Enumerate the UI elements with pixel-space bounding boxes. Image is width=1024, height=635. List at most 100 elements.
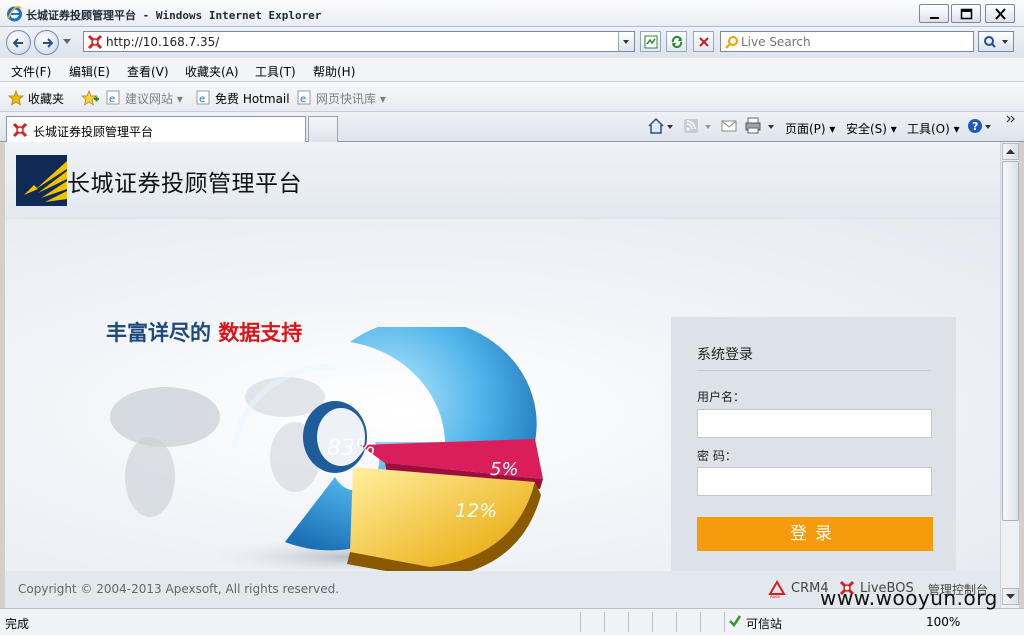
svg-text:Apex: Apex [770, 594, 781, 598]
svg-text:e: e [109, 94, 115, 105]
address-field[interactable]: http://10.168.7.35/ [83, 31, 635, 52]
back-button[interactable] [6, 30, 31, 55]
status-text: 完成 [5, 617, 30, 631]
status-divider [604, 612, 605, 632]
web-content: 长城证券投顾管理平台 丰富详尽的 数据支持 83% 5% 12% 系统登录 用户… [5, 142, 1000, 608]
status-divider [580, 612, 581, 632]
ie-logo-icon [7, 6, 22, 22]
vertical-scrollbar[interactable] [1000, 142, 1019, 608]
scroll-down-button[interactable] [1002, 588, 1019, 605]
pie-slice-12 [350, 467, 535, 567]
suggested-sites-link[interactable]: 建议网站 ▾ [125, 90, 183, 107]
site-favicon-icon [87, 34, 103, 50]
label-83: 83% [327, 436, 376, 461]
login-panel: 系统登录 用户名： 密 码： 登录 [671, 317, 956, 581]
maximize-icon [960, 8, 973, 20]
svg-text:e: e [199, 94, 205, 105]
mail-icon[interactable] [721, 117, 739, 135]
title-bar: 长城证券投顾管理平台 - Windows Internet Explorer [0, 0, 1024, 27]
refresh-button[interactable] [666, 31, 687, 52]
username-label: 用户名： [697, 390, 746, 404]
status-divider [628, 612, 629, 632]
ie-page-icon: e [297, 90, 311, 105]
live-search-icon [725, 36, 738, 49]
watermark-text: www.wooyun.org [820, 586, 998, 610]
history-dropdown-icon[interactable] [63, 39, 71, 45]
password-input[interactable] [697, 467, 932, 496]
site-favicon-icon [12, 122, 28, 138]
address-toolbar: http://10.168.7.35/ [0, 27, 1024, 58]
menu-tools[interactable]: 工具(T) [255, 63, 296, 80]
forward-arrow-icon [43, 38, 54, 48]
status-divider [724, 612, 725, 632]
scroll-thumb[interactable] [1002, 161, 1019, 521]
great-wall-logo [16, 155, 67, 206]
login-title: 系统登录 [697, 347, 753, 363]
arrow-up-icon [1006, 149, 1015, 154]
hotmail-link[interactable]: 免费 Hotmail [215, 90, 290, 107]
page-menu[interactable]: 页面(P) ▾ [785, 120, 835, 137]
feeds-icon[interactable] [683, 117, 713, 135]
data-pie-illustration: 83% 5% 12% [110, 327, 543, 579]
window-title: 长城证券投顾管理平台 - Windows Internet Explorer [26, 9, 322, 22]
menu-edit[interactable]: 编辑(E) [69, 63, 110, 80]
svg-text:e: e [300, 94, 306, 105]
status-divider [652, 612, 653, 632]
apex-logo-icon: Apex [768, 580, 786, 598]
page-header: 长城证券投顾管理平台 [5, 142, 1000, 219]
username-input[interactable] [697, 409, 932, 438]
favorites-star-icon [8, 90, 24, 106]
print-icon[interactable] [745, 117, 777, 135]
login-divider [697, 370, 931, 371]
stop-icon [699, 37, 709, 47]
url-text[interactable]: http://10.168.7.35/ [106, 35, 219, 49]
tools-menu[interactable]: 工具(O) ▾ [907, 120, 960, 137]
new-tab-button[interactable] [308, 116, 338, 142]
chevron-more-icon[interactable] [1005, 114, 1017, 126]
label-12: 12% [455, 500, 497, 522]
web-slice-gallery-link[interactable]: 网页快讯库 ▾ [316, 90, 386, 107]
zoom-level[interactable]: 100% [926, 615, 960, 629]
menu-file[interactable]: 文件(F) [11, 63, 51, 80]
tab-title: 长城证券投顾管理平台 [33, 125, 154, 139]
search-button[interactable] [978, 31, 1014, 52]
favorites-bar: 收藏夹 e 建议网站 ▾ e 免费 Hotmail e 网页快讯库 ▾ [0, 82, 1024, 112]
tab-bar: 长城证券投顾管理平台 页面(P) ▾ 安全(S) ▾ 工具(O) ▾ ? [0, 112, 1024, 142]
help-icon[interactable]: ? [967, 117, 995, 135]
copyright-text: Copyright © 2004-2013 Apexsoft, All righ… [18, 582, 340, 596]
label-5: 5% [490, 459, 519, 480]
menu-favorites[interactable]: 收藏夹(A) [185, 63, 239, 80]
minimize-icon [930, 17, 939, 19]
menu-bar: 文件(F) 编辑(E) 查看(V) 收藏夹(A) 工具(T) 帮助(H) [0, 58, 1024, 82]
tab-active[interactable]: 长城证券投顾管理平台 [6, 116, 306, 142]
address-dropdown[interactable] [618, 32, 634, 51]
search-input[interactable] [741, 34, 969, 49]
compatibility-view-button[interactable] [640, 31, 661, 52]
home-icon[interactable] [647, 117, 673, 135]
status-divider [700, 612, 701, 632]
menu-view[interactable]: 查看(V) [127, 63, 169, 80]
close-window-button[interactable] [985, 4, 1015, 23]
status-bar: 完成 可信站 100% [0, 608, 1024, 635]
stop-button[interactable] [693, 31, 714, 52]
forward-button[interactable] [34, 30, 59, 55]
world-map-dots [110, 377, 325, 517]
scroll-up-button[interactable] [1002, 143, 1019, 160]
search-box[interactable] [720, 31, 974, 52]
password-label: 密 码： [697, 449, 737, 463]
refresh-icon [671, 35, 683, 49]
login-button[interactable]: 登录 [697, 517, 933, 551]
safety-menu[interactable]: 安全(S) ▾ [846, 120, 897, 137]
maximize-button[interactable] [951, 4, 981, 23]
favorites-button[interactable]: 收藏夹 [28, 90, 64, 107]
add-favorites-icon[interactable] [81, 90, 99, 106]
arrow-down-icon [1006, 594, 1015, 599]
menu-help[interactable]: 帮助(H) [313, 63, 355, 80]
security-zone[interactable]: 可信站 [746, 615, 782, 632]
status-divider [676, 612, 677, 632]
minimize-button[interactable] [919, 4, 949, 23]
checkmark-icon [729, 615, 742, 627]
chevron-down-icon [623, 40, 629, 44]
search-icon [984, 36, 1008, 48]
ie-page-icon: e [106, 90, 120, 105]
